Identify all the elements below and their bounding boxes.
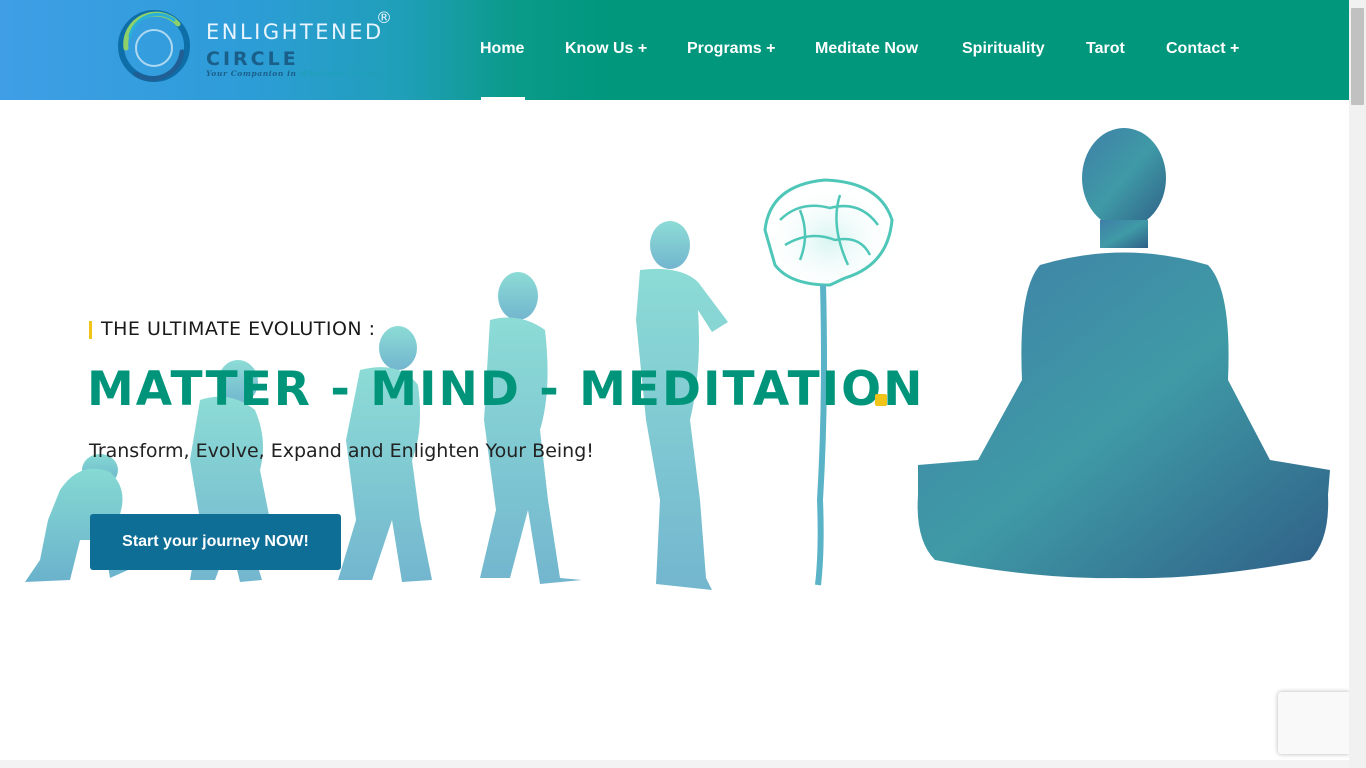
meditating-figure <box>917 128 1330 579</box>
nav-item-know-us[interactable]: Know Us + <box>565 40 647 58</box>
nav-item-spirituality[interactable]: Spirituality <box>962 40 1045 58</box>
hero-section: THE ULTIMATE EVOLUTION : MATTER - MIND -… <box>0 100 1349 760</box>
nav-item-programs[interactable]: Programs + <box>687 40 775 58</box>
evolution-illustration <box>25 128 1330 590</box>
nav-item-meditate-now[interactable]: Meditate Now <box>815 40 918 58</box>
headline-accent-dot <box>875 394 887 406</box>
hero-eyebrow: THE ULTIMATE EVOLUTION : <box>101 318 376 340</box>
vertical-scrollbar[interactable] <box>1349 0 1366 768</box>
start-journey-button[interactable]: Start your journey NOW! <box>90 514 341 570</box>
page-bottom-strip <box>0 760 1349 768</box>
main-nav: Home Know Us + Programs + Meditate Now S… <box>0 0 1349 100</box>
nav-item-home[interactable]: Home <box>480 40 524 58</box>
nav-item-contact[interactable]: Contact + <box>1166 40 1239 58</box>
recaptcha-badge[interactable] <box>1278 692 1350 754</box>
hero-headline: MATTER - MIND - MEDITATION <box>87 362 925 417</box>
scrollbar-thumb[interactable] <box>1351 8 1364 105</box>
upright-human-figure <box>480 272 582 584</box>
site-header: ENLIGHTENED CIRCLE ® Your Companion in W… <box>0 0 1349 100</box>
eyebrow-accent-bar <box>89 321 92 339</box>
hero-subline: Transform, Evolve, Expand and Enlighten … <box>89 440 594 462</box>
nav-item-tarot[interactable]: Tarot <box>1086 40 1125 58</box>
